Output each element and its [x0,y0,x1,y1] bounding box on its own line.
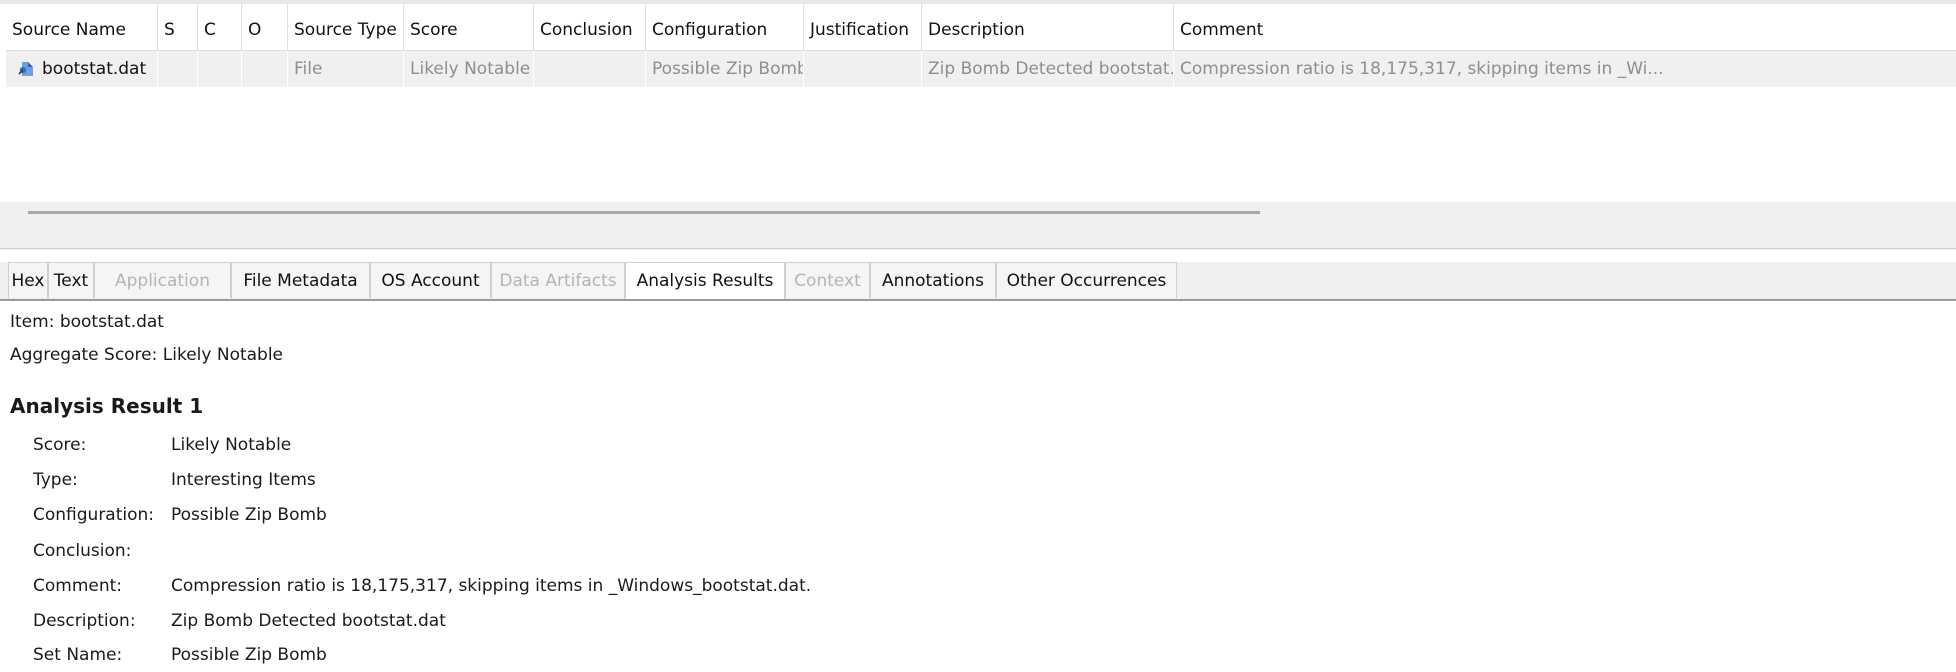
col-header-c[interactable]: C [198,4,242,50]
tab-analysis-results[interactable]: Analysis Results [625,262,785,300]
cell-justification [804,51,922,87]
analysis-result-heading: Analysis Result 1 [10,394,204,418]
field-label-type: Type: [33,470,78,490]
col-header-source-name[interactable]: Source Name [6,4,158,50]
tab-os-account[interactable]: OS Account [370,262,491,298]
field-value-configuration: Possible Zip Bomb [171,505,327,525]
results-table[interactable]: Source Name S C O Source Type Score Conc… [6,4,1956,202]
cell-conclusion [534,51,646,87]
tab-text[interactable]: Text [48,262,94,298]
field-label-conclusion: Conclusion: [33,541,132,561]
col-header-source-type[interactable]: Source Type [288,4,404,50]
col-header-description[interactable]: Description [922,4,1174,50]
tab-annotations[interactable]: Annotations [870,262,996,298]
field-label-comment: Comment: [33,576,123,596]
source-name-text: bootstat.dat [42,59,147,79]
aggregate-score-line: Aggregate Score: Likely Notable [10,345,284,365]
field-value-score: Likely Notable [171,435,292,455]
col-header-s[interactable]: S [158,4,198,50]
cell-source-type: File [288,51,404,87]
cell-o [242,51,288,87]
tab-other-occurrences[interactable]: Other Occurrences [996,262,1177,298]
col-header-comment[interactable]: Comment [1174,4,1956,50]
col-header-justification[interactable]: Justification [804,4,922,50]
tab-context[interactable]: Context [785,262,870,298]
content-viewer-tabs: Hex Text Application File Metadata OS Ac… [0,262,1956,300]
col-header-conclusion[interactable]: Conclusion [534,4,646,50]
col-header-configuration[interactable]: Configuration [646,4,804,50]
field-label-configuration: Configuration: [33,505,155,525]
field-label-description: Description: [33,611,136,631]
splitter-line [0,248,1956,249]
tab-application[interactable]: Application [94,262,231,298]
col-header-score[interactable]: Score [404,4,534,50]
item-line: Item: bootstat.dat [10,312,164,332]
field-label-score: Score: [33,435,87,455]
cell-s [158,51,198,87]
field-value-comment: Compression ratio is 18,175,317, skippin… [171,576,812,596]
field-value-description: Zip Bomb Detected bootstat.dat [171,611,446,631]
field-label-set-name: Set Name: [33,645,123,665]
cell-comment: Compression ratio is 18,175,317, skippin… [1180,59,1664,79]
field-value-type: Interesting Items [171,470,316,490]
table-row[interactable]: bootstat.dat File Likely Notable Possibl… [6,51,1956,87]
tab-data-artifacts[interactable]: Data Artifacts [491,262,625,298]
table-header: Source Name S C O Source Type Score Conc… [6,4,1956,51]
analysis-results-panel: Item: bootstat.dat Aggregate Score: Like… [0,301,1956,672]
field-value-set-name: Possible Zip Bomb [171,645,327,665]
splitter-area[interactable] [0,202,1956,250]
tab-hex[interactable]: Hex [8,262,48,298]
cell-score: Likely Notable [404,51,534,87]
cell-configuration: Possible Zip Bomb [646,51,804,87]
tab-file-metadata[interactable]: File Metadata [231,262,370,298]
cell-description: Zip Bomb Detected bootstat.dat [922,51,1174,87]
cell-source-name[interactable]: bootstat.dat [6,51,158,87]
cell-c [198,51,242,87]
horizontal-scrollbar[interactable] [28,211,1260,214]
interesting-file-icon [18,62,33,76]
col-header-o[interactable]: O [242,4,288,50]
